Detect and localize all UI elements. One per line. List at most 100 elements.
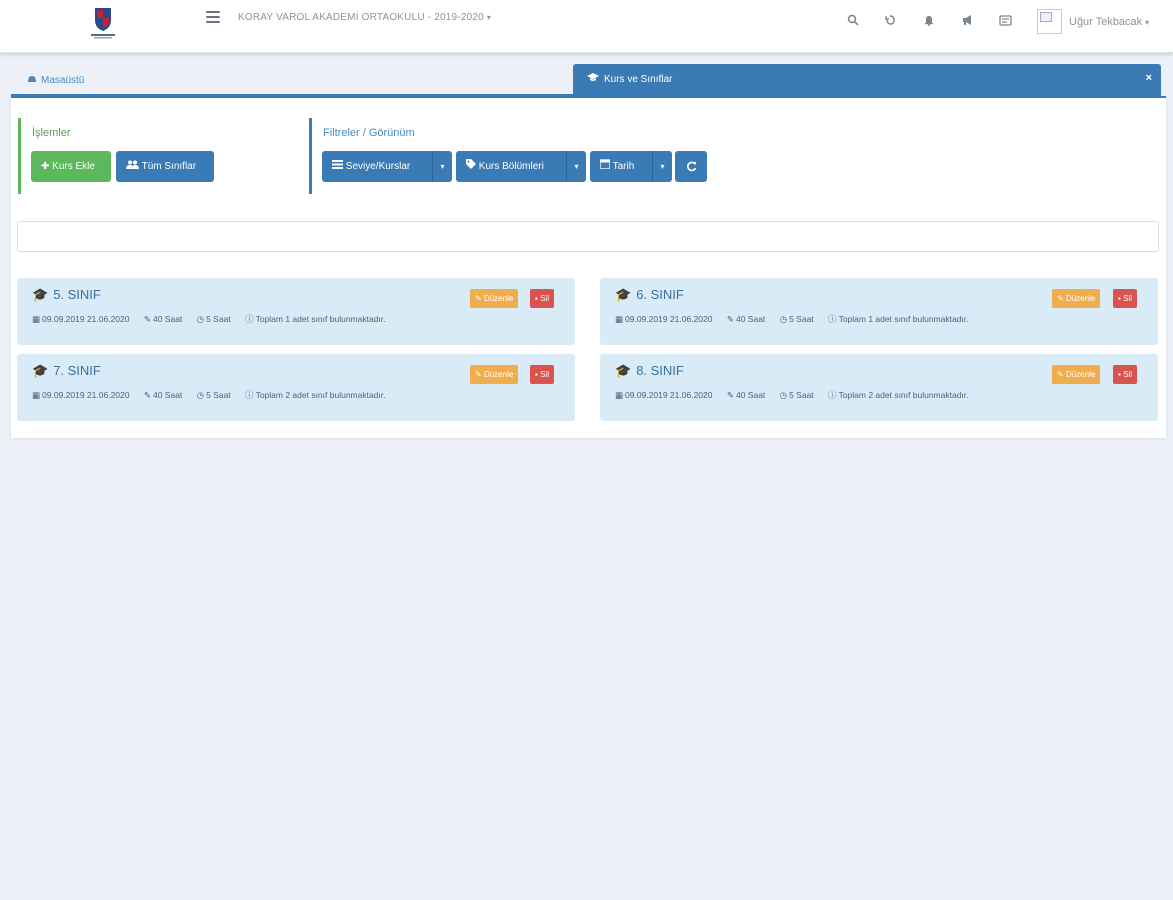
trash-icon: ▪ (535, 294, 538, 303)
edit-button[interactable]: ✎ Düzenle (1052, 289, 1101, 308)
graduation-cap-icon: 🎓 (32, 287, 49, 302)
close-icon[interactable]: × (1146, 72, 1152, 84)
pencil-icon: ✎ (726, 390, 734, 400)
info-icon: ⓘ (828, 390, 837, 400)
class-meta: ▦ 09.09.2019 21.06.2020 ✎ 40 Saat ◷ 5 Saat … (32, 389, 398, 401)
class-card-7[interactable]: 🎓 7. SINIF ▦ 09.09.2019 21.06.2020 ✎ 40 Saa… (17, 354, 575, 421)
user-name: Uğur Tekbacak (1069, 16, 1143, 28)
class-title: 🎓 8. SINIF (615, 363, 684, 379)
refresh-icon (686, 161, 697, 172)
caret-down-icon[interactable]: ▾ (652, 151, 672, 182)
class-meta: ▦ 09.09.2019 21.06.2020 ✎ 40 Saat ◷ 5 Saat … (615, 313, 981, 325)
class-count-info: Toplam 2 adet sınıf bulunmaktadır. (255, 390, 386, 400)
add-course-label: Kurs Ekle (52, 161, 95, 172)
edit-button[interactable]: ✎ Düzenle (1052, 365, 1101, 384)
weekly-hours: 5 Saat (206, 390, 231, 400)
info-icon: ⓘ (245, 390, 254, 400)
weekly-hours: 5 Saat (789, 390, 814, 400)
calendar-icon: ▦ (32, 314, 41, 324)
class-meta: ▦ 09.09.2019 21.06.2020 ✎ 40 Saat ◷ 5 Saat … (32, 313, 398, 325)
graduation-cap-icon (587, 73, 599, 85)
user-menu[interactable]: Uğur Tekbacak ▾ (1069, 16, 1149, 28)
megaphone-icon[interactable] (959, 14, 975, 30)
school-logo[interactable] (88, 6, 118, 40)
card-icon[interactable] (997, 14, 1013, 30)
delete-label: Sil (1123, 370, 1132, 379)
graduation-cap-icon: 🎓 (32, 363, 49, 378)
delete-button[interactable]: ▪ Sil (1113, 289, 1137, 308)
class-card-5[interactable]: 🎓 5. SINIF ▦ 09.09.2019 21.06.2020 ✎ 40 Saa… (17, 278, 575, 345)
pencil-icon: ✎ (143, 390, 151, 400)
levels-label: Seviye/Kurslar (345, 161, 411, 172)
user-avatar[interactable] (1037, 9, 1062, 34)
tab-courses-classes-label: Kurs ve Sınıflar (604, 74, 673, 85)
clock-icon: ◷ (779, 314, 788, 324)
search-filter-input[interactable] (17, 221, 1159, 252)
date-range: 09.09.2019 21.06.2020 (42, 314, 130, 324)
info-icon: ⓘ (828, 314, 837, 324)
calendar-icon (599, 159, 613, 172)
edit-label: Düzenle (483, 370, 514, 379)
delete-button[interactable]: ▪ Sil (530, 365, 554, 384)
class-title-text: 8. SINIF (636, 363, 684, 378)
class-title-text: 7. SINIF (53, 363, 101, 378)
date-dropdown-button[interactable]: Tarih ▾ (590, 151, 672, 182)
school-selector[interactable]: KORAY VAROL AKADEMİ ORTAOKULU - 2019-202… (238, 12, 491, 23)
caret-down-icon[interactable]: ▾ (432, 151, 452, 182)
edit-button[interactable]: ✎ Düzenle (470, 365, 519, 384)
all-classes-button[interactable]: Tüm Sınıflar (116, 151, 214, 182)
tab-courses-classes[interactable]: Kurs ve Sınıflar × (573, 64, 1161, 96)
caret-down-icon[interactable]: ▾ (566, 151, 586, 182)
edit-icon: ✎ (475, 294, 482, 303)
main-panel: İşlemler ✚ Kurs Ekle Tüm Sınıflar Filtre… (11, 96, 1166, 438)
edit-button[interactable]: ✎ Düzenle (470, 289, 519, 308)
edit-label: Düzenle (483, 294, 514, 303)
class-meta: ▦ 09.09.2019 21.06.2020 ✎ 40 Saat ◷ 5 Saat … (615, 389, 981, 401)
tab-desktop-label: Masaüstü (41, 75, 85, 86)
add-course-button[interactable]: ✚ Kurs Ekle (31, 151, 111, 182)
edit-label: Düzenle (1065, 370, 1096, 379)
class-card-6[interactable]: 🎓 6. SINIF ▦ 09.09.2019 21.06.2020 ✎ 40 Saa… (600, 278, 1158, 345)
sections-label: Kurs Bölümleri (478, 161, 544, 172)
delete-button[interactable]: ▪ Sil (530, 289, 554, 308)
sections-dropdown-button[interactable]: Kurs Bölümleri ▾ (456, 151, 586, 182)
delete-button[interactable]: ▪ Sil (1113, 365, 1137, 384)
total-hours: 40 Saat (735, 390, 766, 400)
graduation-cap-icon: 🎓 (615, 363, 632, 378)
plus-icon: ✚ (41, 161, 50, 172)
class-card-8[interactable]: 🎓 8. SINIF ▦ 09.09.2019 21.06.2020 ✎ 40 Saa… (600, 354, 1158, 421)
pencil-icon: ✎ (726, 314, 734, 324)
top-navbar: KORAY VAROL AKADEMİ ORTAOKULU - 2019-202… (0, 0, 1173, 53)
total-hours: 40 Saat (152, 390, 183, 400)
edit-icon: ✎ (1057, 294, 1064, 303)
clock-icon: ◷ (779, 390, 788, 400)
levels-dropdown-button[interactable]: Seviye/Kurslar ▾ (322, 151, 452, 182)
history-icon[interactable] (882, 14, 898, 30)
search-icon[interactable] (845, 14, 861, 30)
refresh-button[interactable] (675, 151, 707, 182)
tab-desktop[interactable]: Masaüstü (11, 65, 573, 96)
calendar-icon: ▦ (32, 390, 41, 400)
trash-icon: ▪ (535, 370, 538, 379)
bell-icon[interactable] (921, 14, 937, 30)
date-range: 09.09.2019 21.06.2020 (625, 390, 713, 400)
class-count-info: Toplam 1 adet sınıf bulunmaktadır. (255, 314, 386, 324)
class-count-info: Toplam 1 adet sınıf bulunmaktadır. (838, 314, 969, 324)
caret-down-icon: ▾ (1145, 18, 1150, 27)
list-icon (332, 160, 346, 172)
graduation-cap-icon: 🎓 (615, 287, 632, 302)
edit-icon: ✎ (1057, 370, 1064, 379)
delete-label: Sil (540, 294, 549, 303)
edit-icon: ✎ (475, 370, 482, 379)
filters-group: Filtreler / Görünüm Seviye/Kurslar ▾ Kur… (309, 118, 729, 194)
delete-label: Sil (540, 370, 549, 379)
menu-toggle-icon[interactable] (206, 11, 220, 23)
tag-icon (466, 159, 479, 172)
edit-label: Düzenle (1065, 294, 1096, 303)
trash-icon: ▪ (1118, 294, 1121, 303)
total-hours: 40 Saat (152, 314, 183, 324)
class-title-text: 5. SINIF (53, 287, 101, 302)
weekly-hours: 5 Saat (789, 314, 814, 324)
all-classes-label: Tüm Sınıflar (141, 161, 197, 172)
pencil-icon: ✎ (143, 314, 151, 324)
